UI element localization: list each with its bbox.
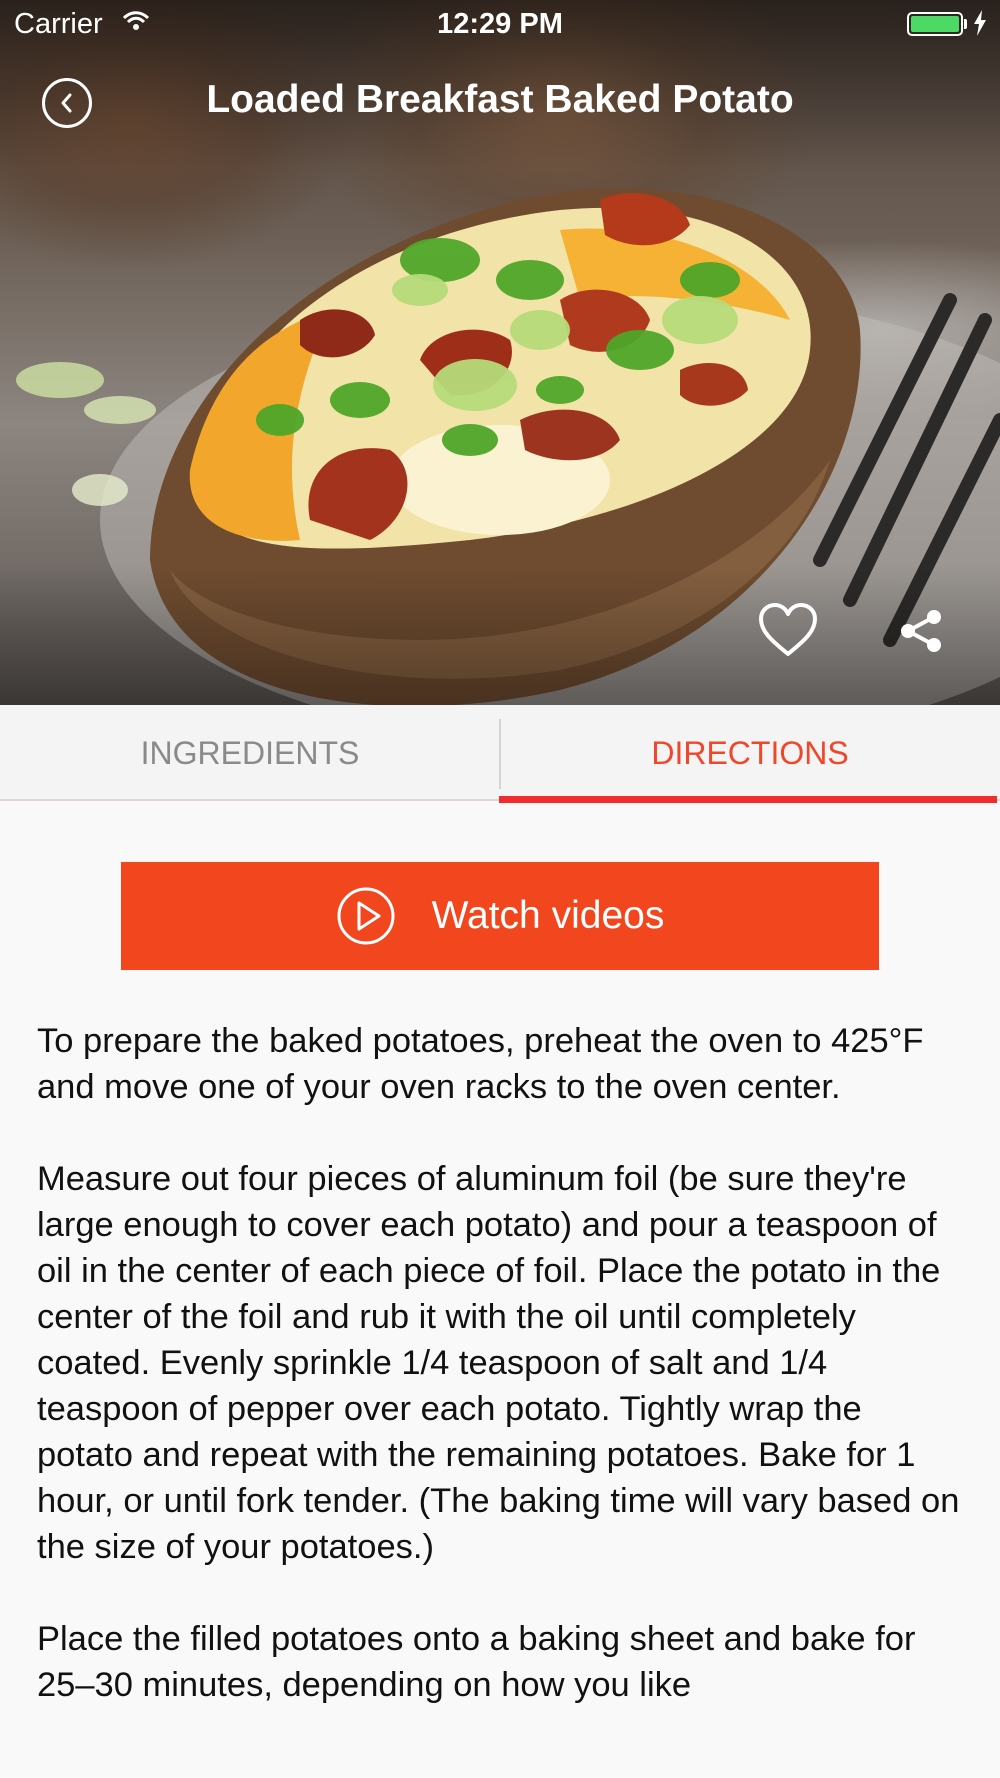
status-bar: Carrier 12:29 PM bbox=[0, 0, 1000, 50]
directions-text: To prepare the baked potatoes, preheat t… bbox=[37, 1018, 967, 1754]
direction-step: Measure out four pieces of aluminum foil… bbox=[37, 1160, 960, 1566]
direction-step: Place the filled potatoes onto a baking … bbox=[37, 1620, 916, 1704]
favorite-button[interactable] bbox=[756, 600, 820, 660]
share-button[interactable] bbox=[898, 608, 944, 654]
watch-videos-button[interactable]: Watch videos bbox=[121, 862, 879, 970]
heart-outline-icon bbox=[759, 603, 817, 656]
back-button[interactable] bbox=[42, 78, 92, 128]
battery-icon bbox=[907, 12, 963, 36]
page-title: Loaded Breakfast Baked Potato bbox=[206, 78, 794, 121]
charging-bolt-icon bbox=[974, 10, 986, 36]
status-time: 12:29 PM bbox=[437, 8, 563, 40]
watch-videos-label: Watch videos bbox=[431, 894, 665, 937]
active-tab-indicator bbox=[499, 796, 997, 803]
recipe-hero-image: Carrier 12:29 PM Loaded Breakfast Baked … bbox=[0, 0, 1000, 705]
direction-step: To prepare the baked potatoes, preheat t… bbox=[37, 1022, 924, 1106]
tab-directions[interactable]: DIRECTIONS bbox=[500, 705, 1000, 801]
battery-tip bbox=[964, 19, 967, 29]
play-circle-icon bbox=[337, 887, 395, 945]
tab-ingredients[interactable]: INGREDIENTS bbox=[0, 705, 500, 801]
recipe-tabs: INGREDIENTS DIRECTIONS bbox=[0, 705, 1000, 803]
chevron-left-icon bbox=[61, 93, 72, 113]
share-icon bbox=[901, 610, 941, 652]
